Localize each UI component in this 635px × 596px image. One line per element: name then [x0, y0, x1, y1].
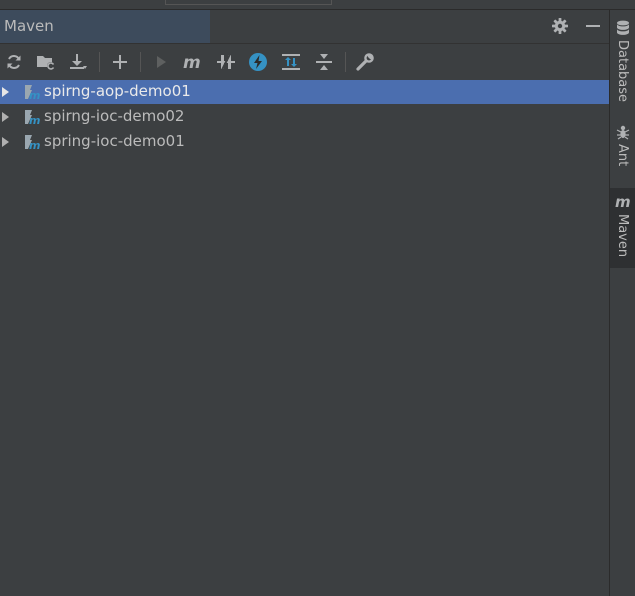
sidebar-tab-database[interactable]: Database — [610, 20, 635, 102]
svg-text:m: m — [615, 194, 631, 210]
ant-icon — [616, 125, 629, 140]
refresh-icon — [7, 55, 21, 69]
project-label: spirng-ioc-demo02 — [44, 107, 185, 125]
execute-goal-button[interactable]: m — [181, 50, 205, 74]
maven-project-icon: m — [25, 135, 40, 151]
show-dependencies-icon — [282, 54, 300, 70]
sidebar-tab-label: Maven — [615, 214, 630, 258]
offline-mode-button[interactable] — [214, 50, 238, 74]
maven-m-icon: m — [615, 194, 631, 210]
database-icon — [616, 20, 629, 35]
tree-row[interactable]: m spirng-ioc-demo02 — [0, 105, 609, 129]
add-project-button[interactable] — [108, 50, 132, 74]
maven-tool-window: Maven m m spirng-aop-demo01 m spirng-ioc… — [0, 10, 609, 596]
maven-project-icon: m — [25, 85, 40, 101]
project-label: spring-ioc-demo01 — [44, 132, 185, 150]
hide-button[interactable] — [583, 16, 603, 36]
expand-arrow-icon[interactable] — [2, 137, 9, 147]
tree-row[interactable]: m spirng-aop-demo01 — [0, 80, 609, 104]
editor-tab-strip — [0, 0, 635, 10]
run-button[interactable] — [149, 50, 173, 74]
tree-row[interactable]: m spring-ioc-demo01 — [0, 130, 609, 154]
toolbar-separator — [99, 52, 100, 72]
folder-refresh-icon — [37, 56, 55, 70]
sidebar-tab-maven[interactable]: m Maven — [610, 188, 635, 268]
collapse-all-icon — [316, 54, 332, 70]
download-icon — [70, 54, 87, 69]
maven-settings-button[interactable] — [353, 50, 377, 74]
lightning-icon — [249, 53, 267, 71]
expand-arrow-icon[interactable] — [2, 87, 9, 97]
svg-text:m: m — [29, 89, 40, 101]
gear-button[interactable] — [550, 16, 570, 36]
gear-icon — [552, 18, 568, 34]
sidebar-tab-label: Ant — [615, 144, 630, 167]
plus-icon — [113, 55, 127, 69]
project-label: spirng-aop-demo01 — [44, 82, 191, 100]
maven-project-icon: m — [25, 110, 40, 126]
editor-tab[interactable] — [165, 0, 332, 5]
sidebar-tab-label: Database — [615, 40, 630, 103]
download-sources-button[interactable] — [66, 50, 90, 74]
svg-text:m: m — [29, 139, 40, 151]
toolbar-separator — [345, 52, 346, 72]
collapse-all-button[interactable] — [312, 50, 336, 74]
offline-icon — [217, 53, 235, 71]
minimize-icon — [586, 25, 600, 27]
toolbar-separator — [140, 52, 141, 72]
generate-sources-button[interactable] — [34, 50, 58, 74]
show-dependencies-button[interactable] — [279, 50, 303, 74]
svg-text:m: m — [29, 114, 40, 126]
play-icon — [157, 56, 166, 68]
skip-tests-button[interactable] — [246, 50, 270, 74]
svg-text:m: m — [183, 53, 201, 71]
sidebar-tab-ant[interactable]: Ant — [610, 124, 635, 166]
maven-toolbar: m — [0, 43, 609, 81]
tool-window-header: Maven — [0, 10, 609, 43]
expand-arrow-icon[interactable] — [2, 112, 9, 122]
tool-window-title: Maven — [4, 17, 54, 35]
maven-m-icon: m — [183, 53, 201, 71]
reload-button[interactable] — [2, 50, 26, 74]
right-tool-stripe: Database Ant m Maven — [610, 10, 635, 596]
wrench-icon — [356, 53, 374, 71]
